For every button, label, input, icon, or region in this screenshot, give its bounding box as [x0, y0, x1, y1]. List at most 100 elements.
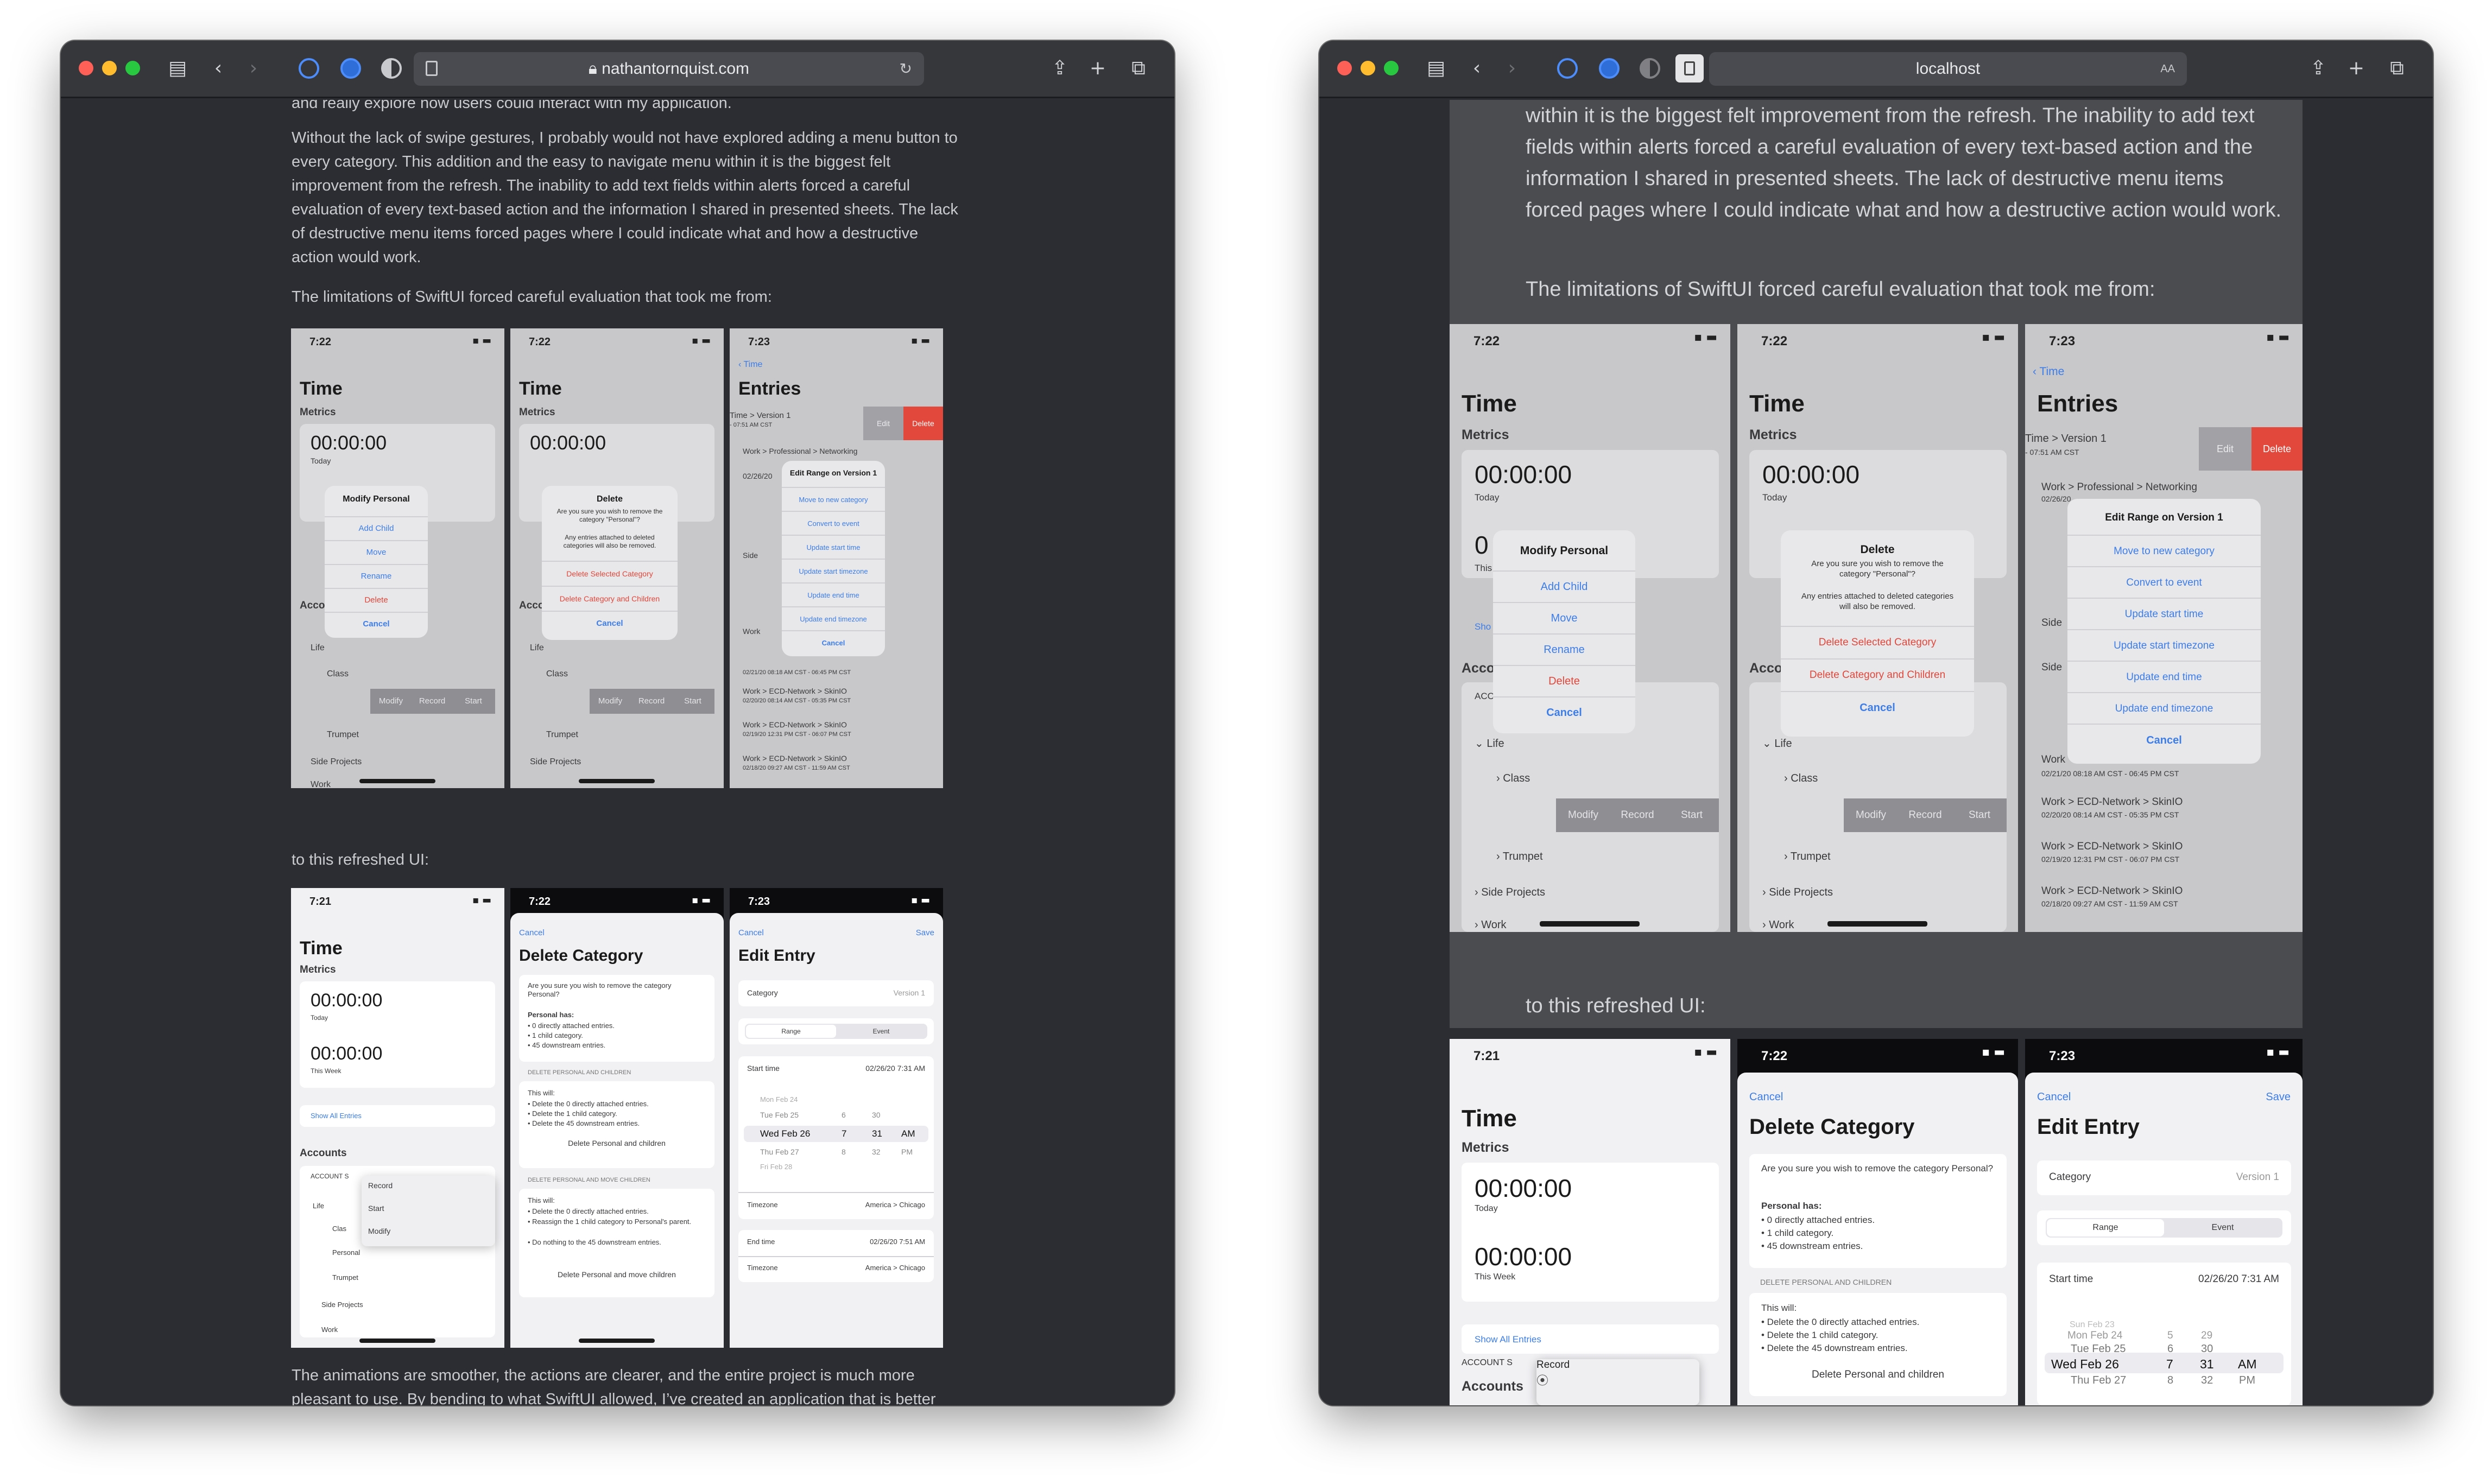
picker-minute[interactable]: 30: [872, 1111, 881, 1119]
shield-icon[interactable]: [381, 58, 402, 79]
start-action[interactable]: Start: [672, 689, 713, 714]
show-all-entries-link[interactable]: Show All Entries: [311, 1112, 362, 1120]
picker-minute-selected[interactable]: 31: [2200, 1357, 2214, 1372]
start-action[interactable]: Start: [1952, 798, 2007, 832]
zoom-window-button[interactable]: [1384, 61, 1399, 75]
category-row[interactable]: Category Version 1: [738, 980, 934, 1006]
minimize-window-button[interactable]: [1361, 61, 1375, 75]
move-new-category-button[interactable]: Move to new category: [782, 487, 885, 511]
segment-event[interactable]: Event: [836, 1025, 926, 1038]
picker-pm[interactable]: PM: [2239, 1374, 2255, 1387]
picker-day[interactable]: Thu Feb 27: [760, 1147, 799, 1156]
password-extension-icon[interactable]: [1557, 58, 1578, 79]
back-icon[interactable]: ‹: [1466, 54, 1488, 83]
delete-children-button[interactable]: Delete Personal and children: [1749, 1369, 2007, 1381]
save-button[interactable]: Save: [916, 928, 934, 937]
close-window-button[interactable]: [1337, 61, 1352, 75]
picker-pm[interactable]: PM: [901, 1147, 913, 1156]
cancel-button[interactable]: Cancel: [738, 928, 764, 937]
back-button[interactable]: ‹ Time: [738, 360, 762, 370]
picker-day-selected[interactable]: Wed Feb 26: [760, 1128, 810, 1139]
picker-hour[interactable]: 5: [2167, 1330, 2173, 1342]
delete-move-button[interactable]: Delete Personal and move children: [519, 1270, 714, 1279]
delete-children-button[interactable]: Delete Personal and children: [519, 1139, 714, 1147]
cancel-button[interactable]: Cancel: [1493, 696, 1635, 728]
picker-hour[interactable]: 6: [2167, 1343, 2173, 1355]
update-end-time-button[interactable]: Update end time: [2067, 661, 2261, 693]
move-button[interactable]: Move: [1493, 602, 1635, 633]
cancel-button[interactable]: Cancel: [519, 928, 545, 937]
segment-event[interactable]: Event: [2164, 1219, 2281, 1236]
cancel-button[interactable]: Cancel: [2067, 724, 2261, 756]
delete-button[interactable]: Delete: [1493, 665, 1635, 696]
address-bar[interactable]: localhost AA: [1709, 52, 2187, 86]
delete-button[interactable]: Delete: [325, 588, 428, 612]
picker-minute-selected[interactable]: 31: [872, 1128, 882, 1139]
picker-minute[interactable]: 29: [2201, 1330, 2212, 1342]
update-start-timezone-button[interactable]: Update start timezone: [2067, 629, 2261, 662]
edit-swipe-button[interactable]: Edit: [863, 407, 903, 440]
picker-hour-selected[interactable]: 7: [842, 1128, 846, 1139]
cancel-button[interactable]: Cancel: [782, 630, 885, 655]
delete-selected-button[interactable]: Delete Selected Category: [1781, 626, 1974, 658]
start-action[interactable]: Start: [453, 689, 494, 714]
rename-button[interactable]: Rename: [325, 564, 428, 588]
segment-range[interactable]: Range: [746, 1025, 836, 1038]
end-time-value[interactable]: 02/26/20 7:51 AM: [870, 1238, 925, 1246]
cancel-button[interactable]: Cancel: [542, 611, 678, 636]
picker-minute[interactable]: 32: [2201, 1374, 2213, 1387]
modify-action[interactable]: Modify: [590, 689, 631, 714]
picker-day[interactable]: Tue Feb 25: [2071, 1343, 2126, 1355]
address-bar[interactable]: 🔒︎ nathantornquist.com ↻: [414, 52, 924, 86]
add-child-button[interactable]: Add Child: [325, 516, 428, 540]
start-time-value[interactable]: 02/26/20 7:31 AM: [865, 1064, 925, 1073]
share-icon[interactable]: ⇪: [1049, 54, 1071, 83]
show-all-link[interactable]: Sho: [1475, 621, 1491, 632]
privacy-extension-icon[interactable]: [1599, 58, 1620, 79]
reader-icon[interactable]: [1675, 54, 1704, 83]
share-icon[interactable]: ⇪: [2307, 54, 2329, 83]
reload-icon[interactable]: ↻: [900, 52, 912, 86]
delete-children-button[interactable]: Delete Category and Children: [542, 586, 678, 611]
picker-hour[interactable]: 8: [2167, 1374, 2173, 1387]
category-row[interactable]: Category Version 1: [2037, 1160, 2291, 1195]
menu-record[interactable]: Record: [1536, 1359, 1699, 1371]
password-extension-icon[interactable]: [299, 58, 319, 79]
convert-event-button[interactable]: Convert to event: [782, 511, 885, 535]
picker-hour-selected[interactable]: 7: [2166, 1357, 2173, 1372]
update-start-time-button[interactable]: Update start time: [782, 535, 885, 559]
delete-children-button[interactable]: Delete Category and Children: [1781, 658, 1974, 691]
modify-action[interactable]: Modify: [1556, 798, 1610, 832]
forward-icon[interactable]: ›: [1501, 54, 1523, 83]
forward-icon[interactable]: ›: [243, 54, 264, 83]
picker-am[interactable]: AM: [901, 1128, 915, 1139]
segment-range[interactable]: Range: [2047, 1219, 2164, 1236]
update-end-time-button[interactable]: Update end time: [782, 582, 885, 607]
record-action[interactable]: Record: [631, 689, 672, 714]
zoom-window-button[interactable]: [125, 61, 140, 75]
picker-minute[interactable]: 30: [2201, 1343, 2213, 1355]
timezone-value[interactable]: America > Chicago: [865, 1201, 925, 1209]
record-action[interactable]: Record: [412, 689, 453, 714]
update-end-timezone-button[interactable]: Update end timezone: [2067, 692, 2261, 725]
delete-swipe-button[interactable]: Delete: [903, 407, 943, 440]
timezone-value[interactable]: America > Chicago: [865, 1264, 925, 1272]
move-new-category-button[interactable]: Move to new category: [2067, 535, 2261, 567]
picker-day[interactable]: Mon Feb 24: [2067, 1330, 2122, 1342]
picker-day[interactable]: Mon Feb 24: [760, 1095, 798, 1104]
picker-day[interactable]: Fri Feb 28: [760, 1163, 792, 1171]
sidebar-icon[interactable]: ▤: [1422, 54, 1450, 83]
update-end-timezone-button[interactable]: Update end timezone: [782, 606, 885, 631]
save-button[interactable]: Save: [2266, 1091, 2291, 1104]
rename-button[interactable]: Rename: [1493, 633, 1635, 665]
picker-minute[interactable]: 32: [872, 1147, 881, 1156]
text-size-button[interactable]: AA: [2160, 52, 2175, 86]
record-action[interactable]: Record: [1610, 798, 1665, 832]
cancel-button[interactable]: Cancel: [325, 612, 428, 636]
move-button[interactable]: Move: [325, 540, 428, 564]
start-time-value[interactable]: 02/26/20 7:31 AM: [2198, 1273, 2279, 1285]
edit-swipe-button[interactable]: Edit: [2199, 427, 2251, 471]
update-start-timezone-button[interactable]: Update start timezone: [782, 559, 885, 583]
shield-icon[interactable]: [1640, 58, 1660, 79]
cancel-button[interactable]: Cancel: [1781, 691, 1974, 724]
